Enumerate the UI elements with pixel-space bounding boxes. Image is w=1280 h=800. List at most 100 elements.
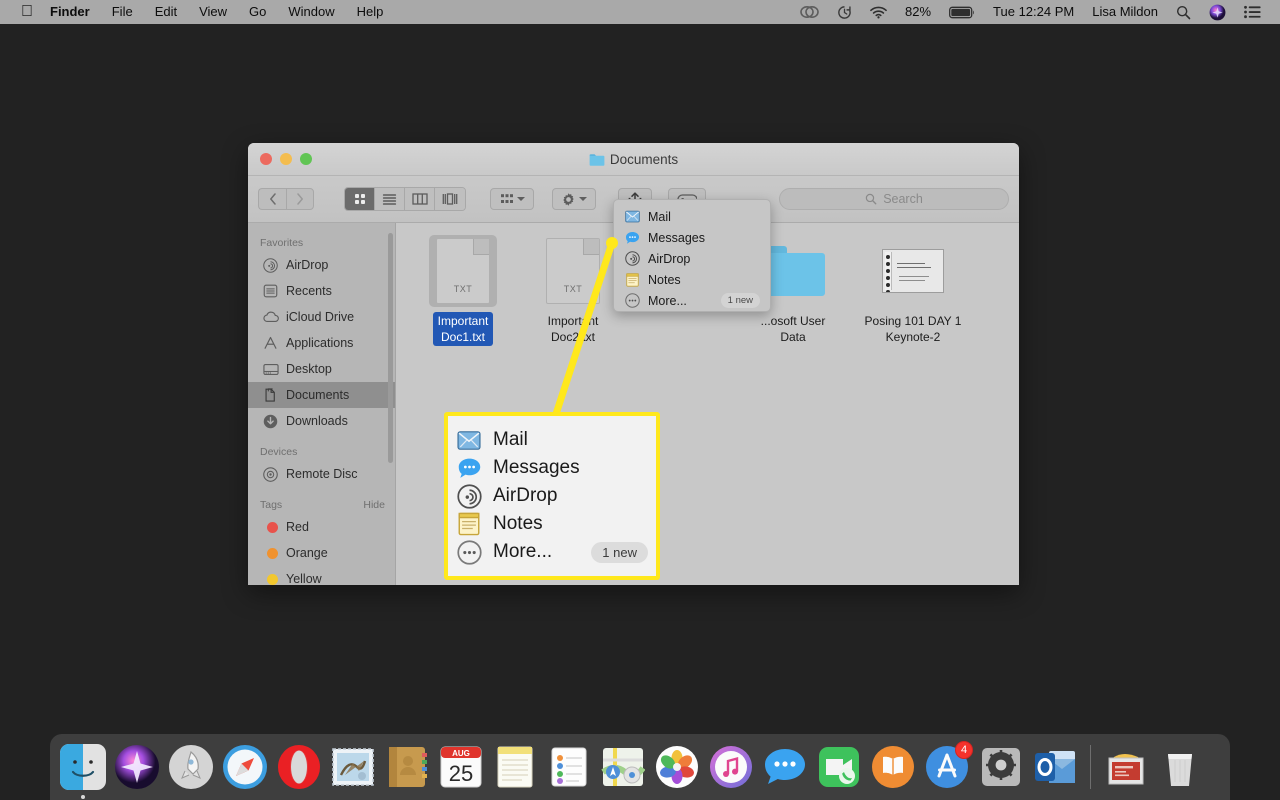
siri-icon[interactable] xyxy=(1200,4,1235,21)
dock-item-contacts[interactable] xyxy=(382,742,432,792)
sidebar-item-downloads[interactable]: Downloads xyxy=(248,408,395,434)
callout-item-more[interactable]: More... 1 new xyxy=(456,539,648,565)
menu-bar-clock[interactable]: Tue 12:24 PM xyxy=(984,0,1083,24)
callout-item-mail[interactable]: Mail xyxy=(456,427,648,453)
sidebar-section-devices: Devices xyxy=(248,434,395,461)
dock-item-launchpad[interactable] xyxy=(166,742,216,792)
arrange-by-button[interactable] xyxy=(490,188,534,210)
dock-item-outlook[interactable] xyxy=(1030,742,1080,792)
sidebar-item-recents[interactable]: Recents xyxy=(248,278,395,304)
sidebar-tag-yellow[interactable]: Yellow xyxy=(248,566,395,585)
badge-count: 4 xyxy=(955,741,973,759)
dock-item-trash[interactable] xyxy=(1155,742,1205,792)
finder-title-bar[interactable]: Documents xyxy=(248,143,1019,176)
share-menu-item-airdrop[interactable]: AirDrop xyxy=(614,248,770,269)
dock-item-photos[interactable] xyxy=(652,742,702,792)
window-title-group: Documents xyxy=(248,152,1019,167)
dock-item-downloads[interactable] xyxy=(1101,742,1151,792)
tag-dot-icon xyxy=(262,547,279,559)
sidebar-item-documents[interactable]: Documents xyxy=(248,382,395,408)
apple-logo-icon[interactable]:  xyxy=(12,1,42,23)
notes-icon xyxy=(624,272,640,288)
share-menu-item-messages[interactable]: Messages xyxy=(614,227,770,248)
messages-icon xyxy=(762,744,808,790)
search-input[interactable]: Search xyxy=(779,188,1009,210)
menu-item-file[interactable]: File xyxy=(101,0,144,24)
new-badge: 1 new xyxy=(591,541,648,563)
tag-dot-icon xyxy=(262,521,279,533)
disc-icon xyxy=(262,466,279,482)
mail-icon xyxy=(456,427,482,453)
sidebar-item-label: Downloads xyxy=(286,414,348,428)
dock-item-ibooks[interactable] xyxy=(868,742,918,792)
sidebar-item-applications[interactable]: Applications xyxy=(248,330,395,356)
menu-item-finder[interactable]: Finder xyxy=(42,0,101,24)
dock-item-mail[interactable] xyxy=(328,742,378,792)
creative-cloud-icon[interactable] xyxy=(791,5,828,19)
file-item-keynote[interactable]: Posing 101 DAY 1 Keynote-2 xyxy=(848,235,978,346)
dock-item-facetime[interactable] xyxy=(814,742,864,792)
dock-item-app-store[interactable]: 4 xyxy=(922,741,973,792)
mail-icon xyxy=(330,744,376,790)
dock-item-opera[interactable] xyxy=(274,742,324,792)
dock-item-safari[interactable] xyxy=(220,742,270,792)
sidebar-item-airdrop[interactable]: AirDrop xyxy=(248,252,395,278)
file-item[interactable]: TXT Important Doc2.txt xyxy=(518,235,628,346)
share-menu-item-more[interactable]: More... 1 new xyxy=(614,290,770,311)
gallery-view-button[interactable] xyxy=(435,188,465,210)
column-view-button[interactable] xyxy=(405,188,435,210)
notes-icon xyxy=(456,511,482,537)
tags-hide-button[interactable]: Hide xyxy=(363,499,385,511)
dock-item-itunes[interactable] xyxy=(706,742,756,792)
callout-item-label: Mail xyxy=(493,429,528,450)
dock-item-system-preferences[interactable] xyxy=(976,742,1026,792)
sidebar-item-desktop[interactable]: Desktop xyxy=(248,356,395,382)
sidebar-tag-red[interactable]: Red xyxy=(248,514,395,540)
sidebar-scrollbar[interactable] xyxy=(388,233,393,463)
dock-item-finder[interactable] xyxy=(58,742,108,799)
callout-item-label: AirDrop xyxy=(493,485,558,506)
menu-bar-user-name[interactable]: Lisa Mildon xyxy=(1083,0,1167,24)
menu-item-view[interactable]: View xyxy=(188,0,238,24)
menu-item-edit[interactable]: Edit xyxy=(144,0,188,24)
notification-center-icon[interactable] xyxy=(1235,5,1270,19)
share-menu-item-notes[interactable]: Notes xyxy=(614,269,770,290)
forward-button[interactable] xyxy=(286,188,314,210)
dock-item-maps[interactable] xyxy=(598,742,648,792)
view-mode-buttons xyxy=(344,187,466,211)
menu-item-window[interactable]: Window xyxy=(277,0,345,24)
share-menu-item-mail[interactable]: Mail xyxy=(614,206,770,227)
callout-item-airdrop[interactable]: AirDrop xyxy=(456,483,648,509)
wifi-icon[interactable] xyxy=(861,6,896,19)
dock-divider xyxy=(1090,745,1091,789)
siri-icon xyxy=(114,744,160,790)
battery-icon[interactable] xyxy=(940,6,984,19)
sidebar-item-remote-disc[interactable]: Remote Disc xyxy=(248,461,395,487)
sidebar-tag-orange[interactable]: Orange xyxy=(248,540,395,566)
callout-item-label: Messages xyxy=(493,457,580,478)
sidebar-item-label: Red xyxy=(286,520,309,534)
menu-bar:  Finder File Edit View Go Window Help 8… xyxy=(0,0,1280,24)
spotlight-search-icon[interactable] xyxy=(1167,5,1200,20)
dock-item-siri[interactable] xyxy=(112,742,162,792)
desktop-icon xyxy=(262,363,279,376)
search-placeholder: Search xyxy=(883,192,923,206)
menu-item-go[interactable]: Go xyxy=(238,0,277,24)
callout-item-messages[interactable]: Messages xyxy=(456,455,648,481)
action-gear-button[interactable] xyxy=(552,188,596,210)
itunes-icon xyxy=(708,744,754,790)
airdrop-icon xyxy=(262,257,279,273)
sidebar-item-icloud-drive[interactable]: iCloud Drive xyxy=(248,304,395,330)
list-view-button[interactable] xyxy=(375,188,405,210)
back-button[interactable] xyxy=(258,188,286,210)
dock-item-notes[interactable] xyxy=(490,742,540,792)
dock-item-reminders[interactable] xyxy=(544,742,594,792)
dock-item-calendar[interactable]: AUG 25 xyxy=(436,742,486,792)
callout-item-notes[interactable]: Notes xyxy=(456,511,648,537)
icon-view-button[interactable] xyxy=(345,188,375,210)
menu-item-help[interactable]: Help xyxy=(346,0,395,24)
dock-item-messages[interactable] xyxy=(760,742,810,792)
file-item[interactable]: TXT Important Doc1.txt xyxy=(408,235,518,346)
time-machine-icon[interactable] xyxy=(828,5,861,20)
txt-badge-label: TXT xyxy=(453,284,473,294)
